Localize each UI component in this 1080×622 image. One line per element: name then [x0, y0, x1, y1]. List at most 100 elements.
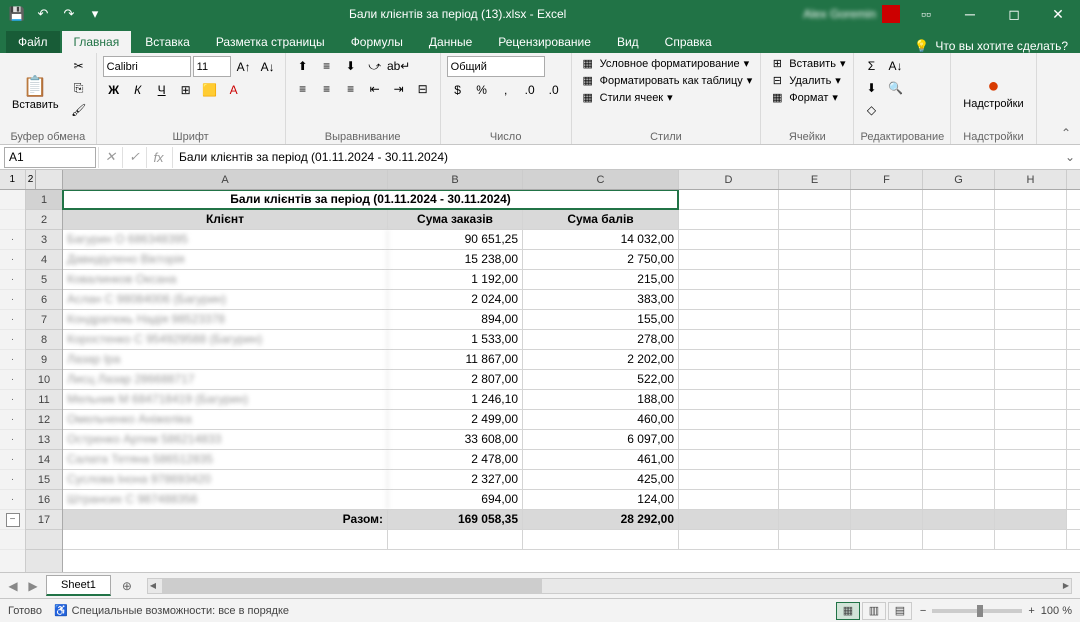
cell[interactable]: 155,00 — [523, 310, 679, 329]
borders-icon[interactable]: ⊞ — [175, 80, 197, 100]
tab-formulas[interactable]: Формулы — [339, 31, 415, 53]
collapse-ribbon-icon[interactable]: ⌃ — [1052, 53, 1080, 144]
col-header-H[interactable]: H — [995, 170, 1067, 189]
cell[interactable]: 6 097,00 — [523, 430, 679, 449]
tab-data[interactable]: Данные — [417, 31, 484, 53]
cell[interactable] — [851, 350, 923, 369]
percent-icon[interactable]: % — [471, 80, 493, 100]
row-header-14[interactable]: 14 — [26, 450, 62, 470]
cell[interactable] — [779, 190, 851, 209]
cell[interactable] — [923, 250, 995, 269]
cell[interactable]: 124,00 — [523, 490, 679, 509]
row-header-13[interactable]: 13 — [26, 430, 62, 450]
row-header-7[interactable]: 7 — [26, 310, 62, 330]
cell[interactable]: Мельник М 684718419 (Багурин) — [63, 390, 388, 409]
cell[interactable]: Клієнт — [63, 210, 388, 229]
cell[interactable] — [779, 230, 851, 249]
sheet-tab-1[interactable]: Sheet1 — [46, 575, 111, 596]
tell-me[interactable]: Что вы хотите сделать? — [935, 39, 1068, 53]
cell[interactable]: 2 478,00 — [388, 450, 523, 469]
dec-decimal-icon[interactable]: .0 — [543, 80, 565, 100]
cell[interactable]: 2 807,00 — [388, 370, 523, 389]
fill-icon[interactable]: ⬇ — [860, 78, 882, 98]
tab-review[interactable]: Рецензирование — [486, 31, 603, 53]
cell[interactable] — [851, 410, 923, 429]
cell[interactable]: 33 608,00 — [388, 430, 523, 449]
cell[interactable]: Суслова Інона 978693420 — [63, 470, 388, 489]
cell[interactable]: 894,00 — [388, 310, 523, 329]
save-icon[interactable]: 💾 — [6, 3, 28, 25]
cell[interactable]: Сума балів — [523, 210, 679, 229]
cell[interactable] — [851, 270, 923, 289]
cell[interactable] — [995, 350, 1067, 369]
user-account[interactable]: Alex Goremin — [803, 5, 904, 23]
cell[interactable]: 90 651,25 — [388, 230, 523, 249]
cell[interactable]: 2 499,00 — [388, 410, 523, 429]
tab-layout[interactable]: Разметка страницы — [204, 31, 337, 53]
cell[interactable]: 1 533,00 — [388, 330, 523, 349]
cell[interactable] — [779, 490, 851, 509]
zoom-out-icon[interactable]: − — [920, 605, 926, 617]
row-header-12[interactable]: 12 — [26, 410, 62, 430]
zoom-in-icon[interactable]: + — [1028, 605, 1034, 617]
format-cells-button[interactable]: ▦Формат▾ — [767, 90, 847, 105]
cell[interactable]: Салата Тетяна 586512835 — [63, 450, 388, 469]
number-format-select[interactable] — [447, 56, 545, 77]
select-all[interactable] — [36, 170, 62, 189]
cell[interactable] — [679, 530, 779, 549]
outline-level-2[interactable]: 2 — [26, 170, 37, 189]
cell[interactable]: 169 058,35 — [388, 510, 523, 529]
cell[interactable]: 11 867,00 — [388, 350, 523, 369]
align-right-icon[interactable]: ≡ — [340, 79, 362, 99]
cell[interactable]: Кондратюкь Надія 98523378 — [63, 310, 388, 329]
cell[interactable]: Лазар Іра — [63, 350, 388, 369]
decrease-font-icon[interactable]: A↓ — [257, 57, 279, 77]
add-sheet-icon[interactable]: ⊕ — [115, 576, 139, 596]
row-header-5[interactable]: 5 — [26, 270, 62, 290]
cell[interactable] — [679, 210, 779, 229]
font-name-select[interactable] — [103, 56, 191, 77]
bold-icon[interactable]: Ж — [103, 80, 125, 100]
cell[interactable] — [851, 450, 923, 469]
qa-customize-icon[interactable]: ▾ — [84, 3, 106, 25]
cell[interactable] — [851, 330, 923, 349]
cell[interactable] — [995, 290, 1067, 309]
cell[interactable] — [779, 410, 851, 429]
cells-grid[interactable]: Бали клієнтів за період (01.11.2024 - 30… — [63, 190, 1080, 572]
cell[interactable] — [923, 210, 995, 229]
underline-icon[interactable]: Ч — [151, 80, 173, 100]
cell[interactable] — [995, 330, 1067, 349]
cell[interactable] — [779, 430, 851, 449]
row-header-15[interactable]: 15 — [26, 470, 62, 490]
cell[interactable] — [923, 390, 995, 409]
cell[interactable] — [851, 290, 923, 309]
cell[interactable]: Ковалинков Оксана — [63, 270, 388, 289]
cell[interactable] — [851, 310, 923, 329]
cell[interactable] — [851, 390, 923, 409]
cell[interactable] — [388, 530, 523, 549]
cell[interactable] — [995, 510, 1067, 529]
cell[interactable]: 694,00 — [388, 490, 523, 509]
cell[interactable] — [779, 470, 851, 489]
cell[interactable] — [851, 210, 923, 229]
col-header-B[interactable]: B — [388, 170, 523, 189]
cell[interactable] — [923, 470, 995, 489]
cell[interactable]: Остренко Артем 586214833 — [63, 430, 388, 449]
cell[interactable] — [995, 490, 1067, 509]
cell[interactable] — [851, 190, 923, 209]
cell-styles-button[interactable]: ▦Стили ячеек▾ — [578, 90, 755, 105]
cell[interactable]: 14 032,00 — [523, 230, 679, 249]
cell[interactable] — [923, 370, 995, 389]
row-header-8[interactable]: 8 — [26, 330, 62, 350]
cell[interactable] — [779, 510, 851, 529]
cell[interactable] — [851, 430, 923, 449]
cell[interactable]: 2 750,00 — [523, 250, 679, 269]
zoom-slider[interactable] — [932, 609, 1022, 613]
cell[interactable] — [923, 270, 995, 289]
align-middle-icon[interactable]: ≡ — [316, 56, 338, 76]
tab-insert[interactable]: Вставка — [133, 31, 202, 53]
row-header-4[interactable]: 4 — [26, 250, 62, 270]
cell[interactable] — [679, 370, 779, 389]
cell[interactable] — [995, 270, 1067, 289]
cell[interactable] — [679, 190, 779, 209]
